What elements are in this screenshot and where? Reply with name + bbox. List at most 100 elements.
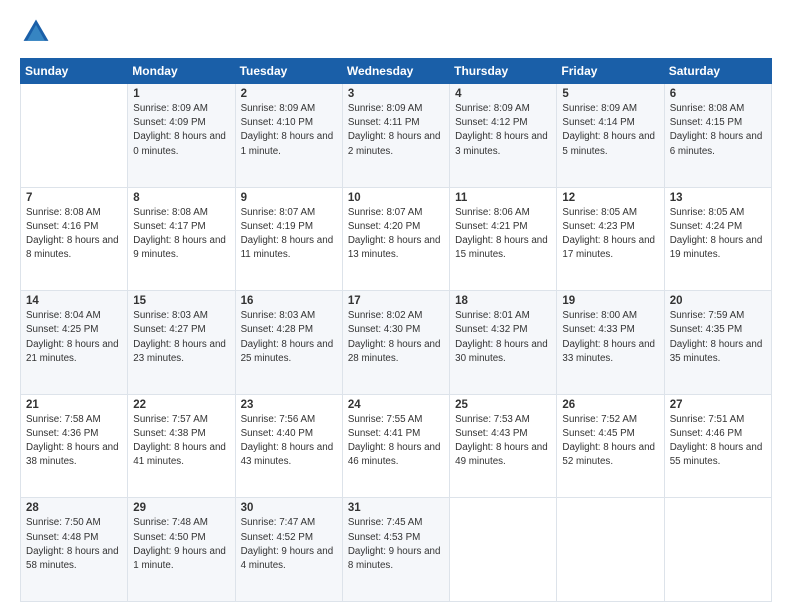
calendar-cell: 27Sunrise: 7:51 AMSunset: 4:46 PMDayligh… <box>664 394 771 498</box>
day-info: Sunrise: 8:09 AMSunset: 4:09 PMDaylight:… <box>133 102 229 159</box>
calendar-cell: 1 Sunrise: 8:09 AMSunset: 4:09 PMDaylight… <box>128 84 235 188</box>
day-info: Sunrise: 8:02 AMSunset: 4:30 PMDaylight:… <box>348 309 444 366</box>
day-info: Sunrise: 8:09 AMSunset: 4:14 PMDaylight:… <box>562 102 658 159</box>
calendar-cell: 24 Sunrise: 7:55 AMSunset: 4:41 PMDayligh… <box>342 394 449 498</box>
calendar-cell: 23 Sunrise: 7:56 AMSunset: 4:40 PMDayligh… <box>235 394 342 498</box>
day-info: Sunrise: 7:55 AMSunset: 4:41 PMDaylight:… <box>348 413 444 470</box>
day-info: Sunrise: 7:47 AMSunset: 4:52 PMDaylight:… <box>241 516 337 573</box>
calendar-cell <box>21 84 128 188</box>
calendar-cell: 6Sunrise: 8:08 AMSunset: 4:15 PMDaylight… <box>664 84 771 188</box>
day-number: 7 <box>26 192 122 204</box>
day-info: Sunrise: 7:52 AMSunset: 4:45 PMDaylight:… <box>562 413 658 470</box>
day-info: Sunrise: 7:58 AMSunset: 4:36 PMDaylight:… <box>26 413 122 470</box>
day-info: Sunrise: 8:03 AMSunset: 4:27 PMDaylight:… <box>133 309 229 366</box>
calendar-cell: 14Sunrise: 8:04 AMSunset: 4:25 PMDayligh… <box>21 291 128 395</box>
calendar-cell: 11 Sunrise: 8:06 AMSunset: 4:21 PMDayligh… <box>450 187 557 291</box>
day-info: Sunrise: 8:01 AMSunset: 4:32 PMDaylight:… <box>455 309 551 366</box>
calendar-cell: 30 Sunrise: 7:47 AMSunset: 4:52 PMDayligh… <box>235 498 342 602</box>
calendar-week-1: 1 Sunrise: 8:09 AMSunset: 4:09 PMDaylight… <box>21 84 772 188</box>
weekday-row: SundayMondayTuesdayWednesdayThursdayFrid… <box>21 59 772 84</box>
day-number: 23 <box>241 399 337 411</box>
day-number: 8 <box>133 192 229 204</box>
calendar-cell: 20 Sunrise: 7:59 AMSunset: 4:35 PMDayligh… <box>664 291 771 395</box>
weekday-header-sunday: Sunday <box>21 59 128 84</box>
calendar-cell: 21 Sunrise: 7:58 AMSunset: 4:36 PMDayligh… <box>21 394 128 498</box>
day-number: 4 <box>455 88 551 100</box>
calendar-cell: 22 Sunrise: 7:57 AMSunset: 4:38 PMDayligh… <box>128 394 235 498</box>
calendar-cell: 25 Sunrise: 7:53 AMSunset: 4:43 PMDayligh… <box>450 394 557 498</box>
calendar-cell: 5 Sunrise: 8:09 AMSunset: 4:14 PMDaylight… <box>557 84 664 188</box>
day-info: Sunrise: 7:50 AMSunset: 4:48 PMDaylight:… <box>26 516 122 573</box>
calendar-cell: 18Sunrise: 8:01 AMSunset: 4:32 PMDayligh… <box>450 291 557 395</box>
day-number: 16 <box>241 295 337 307</box>
calendar-body: 1 Sunrise: 8:09 AMSunset: 4:09 PMDaylight… <box>21 84 772 602</box>
calendar-week-5: 28 Sunrise: 7:50 AMSunset: 4:48 PMDayligh… <box>21 498 772 602</box>
day-info: Sunrise: 7:45 AMSunset: 4:53 PMDaylight:… <box>348 516 444 573</box>
day-number: 9 <box>241 192 337 204</box>
weekday-header-tuesday: Tuesday <box>235 59 342 84</box>
day-number: 3 <box>348 88 444 100</box>
day-number: 10 <box>348 192 444 204</box>
logo <box>20 16 56 48</box>
day-number: 14 <box>26 295 122 307</box>
calendar-week-4: 21 Sunrise: 7:58 AMSunset: 4:36 PMDayligh… <box>21 394 772 498</box>
calendar-week-3: 14Sunrise: 8:04 AMSunset: 4:25 PMDayligh… <box>21 291 772 395</box>
calendar-cell: 7 Sunrise: 8:08 AMSunset: 4:16 PMDaylight… <box>21 187 128 291</box>
day-info: Sunrise: 8:09 AMSunset: 4:10 PMDaylight:… <box>241 102 337 159</box>
calendar-cell: 15 Sunrise: 8:03 AMSunset: 4:27 PMDayligh… <box>128 291 235 395</box>
day-number: 25 <box>455 399 551 411</box>
day-info: Sunrise: 7:51 AMSunset: 4:46 PMDaylight:… <box>670 413 766 470</box>
day-number: 28 <box>26 502 122 514</box>
calendar-cell: 3 Sunrise: 8:09 AMSunset: 4:11 PMDaylight… <box>342 84 449 188</box>
logo-icon <box>20 16 52 48</box>
calendar-cell: 31Sunrise: 7:45 AMSunset: 4:53 PMDayligh… <box>342 498 449 602</box>
calendar-cell: 29 Sunrise: 7:48 AMSunset: 4:50 PMDayligh… <box>128 498 235 602</box>
page: SundayMondayTuesdayWednesdayThursdayFrid… <box>0 0 792 612</box>
day-info: Sunrise: 7:57 AMSunset: 4:38 PMDaylight:… <box>133 413 229 470</box>
weekday-header-saturday: Saturday <box>664 59 771 84</box>
day-number: 29 <box>133 502 229 514</box>
day-number: 26 <box>562 399 658 411</box>
day-info: Sunrise: 8:08 AMSunset: 4:16 PMDaylight:… <box>26 206 122 263</box>
day-number: 12 <box>562 192 658 204</box>
header <box>20 16 772 48</box>
calendar-cell: 9 Sunrise: 8:07 AMSunset: 4:19 PMDaylight… <box>235 187 342 291</box>
calendar-cell <box>450 498 557 602</box>
weekday-header-wednesday: Wednesday <box>342 59 449 84</box>
day-info: Sunrise: 8:06 AMSunset: 4:21 PMDaylight:… <box>455 206 551 263</box>
day-number: 1 <box>133 88 229 100</box>
day-number: 30 <box>241 502 337 514</box>
day-info: Sunrise: 7:56 AMSunset: 4:40 PMDaylight:… <box>241 413 337 470</box>
calendar-cell: 16 Sunrise: 8:03 AMSunset: 4:28 PMDayligh… <box>235 291 342 395</box>
day-number: 24 <box>348 399 444 411</box>
day-info: Sunrise: 8:05 AMSunset: 4:23 PMDaylight:… <box>562 206 658 263</box>
weekday-header-thursday: Thursday <box>450 59 557 84</box>
day-number: 22 <box>133 399 229 411</box>
day-number: 11 <box>455 192 551 204</box>
day-info: Sunrise: 8:09 AMSunset: 4:11 PMDaylight:… <box>348 102 444 159</box>
day-number: 13 <box>670 192 766 204</box>
day-info: Sunrise: 8:03 AMSunset: 4:28 PMDaylight:… <box>241 309 337 366</box>
day-info: Sunrise: 7:59 AMSunset: 4:35 PMDaylight:… <box>670 309 766 366</box>
day-info: Sunrise: 7:53 AMSunset: 4:43 PMDaylight:… <box>455 413 551 470</box>
day-number: 21 <box>26 399 122 411</box>
day-number: 2 <box>241 88 337 100</box>
day-info: Sunrise: 8:07 AMSunset: 4:20 PMDaylight:… <box>348 206 444 263</box>
calendar-header: SundayMondayTuesdayWednesdayThursdayFrid… <box>21 59 772 84</box>
day-info: Sunrise: 8:08 AMSunset: 4:17 PMDaylight:… <box>133 206 229 263</box>
calendar-cell <box>557 498 664 602</box>
calendar-cell: 13Sunrise: 8:05 AMSunset: 4:24 PMDayligh… <box>664 187 771 291</box>
calendar-cell: 17Sunrise: 8:02 AMSunset: 4:30 PMDayligh… <box>342 291 449 395</box>
day-info: Sunrise: 7:48 AMSunset: 4:50 PMDaylight:… <box>133 516 229 573</box>
day-number: 15 <box>133 295 229 307</box>
day-info: Sunrise: 8:07 AMSunset: 4:19 PMDaylight:… <box>241 206 337 263</box>
calendar-cell: 4 Sunrise: 8:09 AMSunset: 4:12 PMDaylight… <box>450 84 557 188</box>
weekday-header-friday: Friday <box>557 59 664 84</box>
calendar-cell: 8 Sunrise: 8:08 AMSunset: 4:17 PMDaylight… <box>128 187 235 291</box>
calendar-cell: 26 Sunrise: 7:52 AMSunset: 4:45 PMDayligh… <box>557 394 664 498</box>
day-number: 19 <box>562 295 658 307</box>
day-info: Sunrise: 8:09 AMSunset: 4:12 PMDaylight:… <box>455 102 551 159</box>
calendar-cell: 19Sunrise: 8:00 AMSunset: 4:33 PMDayligh… <box>557 291 664 395</box>
day-number: 20 <box>670 295 766 307</box>
day-number: 5 <box>562 88 658 100</box>
